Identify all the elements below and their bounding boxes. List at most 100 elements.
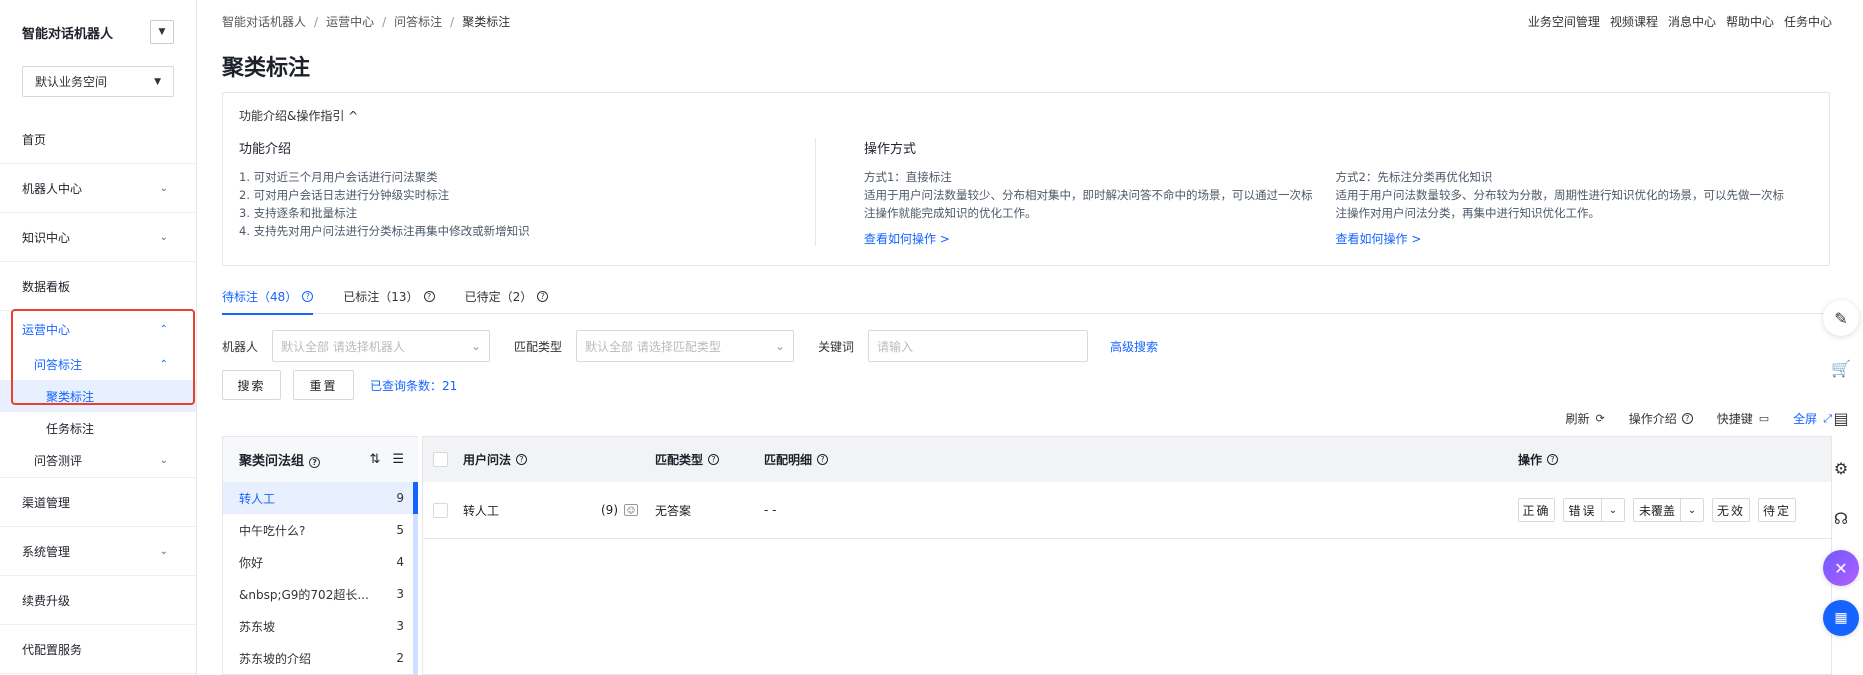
cluster-group-header: 聚类问法组? ⇅ ☰ — [223, 437, 418, 482]
cluster-group-name: 中午吃什么? — [239, 523, 306, 538]
keyword-input[interactable]: 请输入 — [868, 330, 1089, 362]
list-collapse-icon[interactable]: ☰ — [392, 452, 404, 467]
help-icon[interactable]: ? — [708, 454, 720, 465]
cluster-group-item[interactable]: 中午吃什么? 5 — [223, 514, 418, 546]
top-links: 业务空间管理 视频课程 消息中心 帮助中心 任务中心 — [1518, 13, 1832, 30]
sidebar-item-system[interactable]: 系统管理 ⌄ — [0, 527, 196, 576]
sidebar-item-channel[interactable]: 渠道管理 — [0, 478, 196, 527]
sidebar-item-ops-center[interactable]: 运营中心 ⌃ — [0, 311, 196, 348]
breadcrumb-item[interactable]: 运营中心 — [326, 15, 374, 29]
cluster-group-count: 5 — [396, 523, 404, 537]
cart-icon[interactable]: 🛒 — [1823, 350, 1859, 386]
advanced-search-link[interactable]: 高级搜索 — [1110, 338, 1158, 355]
mark-pending-button[interactable]: 待定 — [1758, 498, 1796, 522]
breadcrumb-item[interactable]: 智能对话机器人 — [222, 15, 306, 29]
sidebar-item-knowledge-center[interactable]: 知识中心 ⌄ — [0, 213, 196, 262]
sidebar-sub-task-annotation[interactable]: 任务标注 — [0, 412, 196, 444]
row-checkbox[interactable] — [433, 502, 448, 518]
robot-select[interactable]: 默认全部 请选择机器人 ⌄ — [272, 330, 491, 362]
mark-wrong-button[interactable]: 错误 — [1563, 498, 1601, 522]
refresh-icon: ⟳ — [1595, 412, 1605, 425]
assistant-icon[interactable]: ✕ — [1823, 550, 1859, 586]
sidebar-sub-qa-eval[interactable]: 问答测评 ⌄ — [0, 444, 196, 478]
top-link-help[interactable]: 帮助中心 — [1726, 15, 1774, 29]
document-icon[interactable]: ▤ — [1823, 400, 1859, 436]
intro-method-title: 方式2：先标注分类再优化知识 — [1335, 170, 1493, 184]
tab-annotated[interactable]: 已标注（13）? — [343, 278, 435, 314]
chevron-down-icon: ⌄ — [159, 455, 168, 466]
sidebar-item-label: 续费升级 — [22, 593, 71, 608]
top-link-video[interactable]: 视频课程 — [1610, 15, 1658, 29]
shortcut-button[interactable]: 快捷键 ▭ — [1717, 410, 1769, 427]
keyboard-icon: ▭ — [1758, 412, 1770, 425]
cluster-group-item[interactable]: 苏东坡 3 — [223, 610, 418, 642]
help-icon[interactable]: ? — [817, 454, 829, 465]
help-icon[interactable]: ? — [423, 290, 435, 302]
filter-bar: 机器人 默认全部 请选择机器人 ⌄ 匹配类型 默认全部 请选择匹配类型 ⌄ 关键词 … — [222, 330, 1832, 362]
chevron-down-icon[interactable]: ⌄ — [1680, 498, 1704, 522]
status-tabs: 待标注（48）? 已标注（13）? 已待定（2）? — [222, 278, 1832, 315]
top-link-workspace[interactable]: 业务空间管理 — [1528, 15, 1600, 29]
question-count-cell: (9) ☺ — [601, 503, 638, 517]
top-link-messages[interactable]: 消息中心 — [1668, 15, 1716, 29]
keyword-input-placeholder: 请输入 — [877, 339, 914, 354]
sidebar-item-dashboard[interactable]: 数据看板 — [0, 262, 196, 311]
mark-invalid-button[interactable]: 无效 — [1712, 498, 1750, 522]
top-link-tasks[interactable]: 任务中心 — [1784, 15, 1832, 29]
chevron-down-icon[interactable]: ▼ — [150, 20, 174, 44]
reset-button[interactable]: 重置 — [293, 370, 354, 400]
headset-icon[interactable]: ☊ — [1823, 500, 1859, 536]
col-header-ops: 操作? — [1518, 451, 1559, 468]
sidebar-sub-cluster-annotation[interactable]: 聚类标注 — [0, 380, 196, 412]
cluster-group-item[interactable]: 转人工 9 — [223, 482, 418, 514]
sidebar-sub-qa-annotation[interactable]: 问答标注 ⌃ — [0, 348, 196, 380]
sort-icon[interactable]: ⇅ — [369, 452, 380, 467]
sidebar-item-label: 系统管理 — [22, 544, 71, 559]
sidebar-item-config-service[interactable]: 代配置服务 — [0, 625, 196, 674]
edit-icon[interactable]: ✎ — [1823, 300, 1859, 336]
help-icon[interactable]: ? — [537, 290, 549, 302]
sidebar-item-robot-center[interactable]: 机器人中心 ⌄ — [0, 164, 196, 213]
match-detail-cell: - - — [764, 503, 777, 517]
mark-correct-button[interactable]: 正确 — [1518, 498, 1555, 522]
col-header-match-type: 匹配类型? — [655, 451, 720, 468]
how-to-link[interactable]: 查看如何操作 > — [1336, 230, 1422, 247]
scrollbar-thumb[interactable] — [413, 482, 418, 514]
help-icon[interactable]: ? — [516, 454, 528, 465]
guide-button[interactable]: 操作介绍? — [1629, 410, 1693, 427]
cluster-group-item[interactable]: 苏东坡的介绍 2 — [223, 642, 418, 674]
intro-toggle[interactable]: 功能介绍&操作指引 ^ — [239, 107, 1813, 124]
intro-features-heading: 功能介绍 — [239, 142, 292, 157]
chevron-down-icon[interactable]: ⌄ — [1601, 498, 1625, 522]
tab-deferred[interactable]: 已待定（2）? — [465, 278, 549, 314]
select-all-checkbox[interactable] — [433, 452, 448, 467]
workspace-select[interactable]: 默认业务空间 ▼ — [22, 66, 174, 97]
sidebar-item-label: 运营中心 — [22, 323, 71, 337]
how-to-link[interactable]: 查看如何操作 > — [864, 230, 950, 247]
apps-grid-icon[interactable]: ▦ — [1823, 600, 1859, 636]
cluster-group-item[interactable]: 你好 4 — [223, 546, 418, 578]
table-toolbar: 刷新 ⟳ 操作介绍? 快捷键 ▭ 全屏 ⤢ — [1542, 410, 1833, 427]
search-button[interactable]: 搜索 — [222, 370, 281, 400]
breadcrumb-item[interactable]: 问答标注 — [394, 15, 442, 29]
help-icon[interactable]: ? — [1547, 454, 1559, 465]
match-type-filter-label: 匹配类型 — [514, 339, 563, 354]
keyword-filter-label: 关键词 — [818, 339, 855, 354]
col-header-match-detail: 匹配明细? — [764, 451, 829, 468]
refresh-button[interactable]: 刷新 ⟳ — [1566, 410, 1605, 427]
breadcrumb: 智能对话机器人 / 运营中心 / 问答标注 / 聚类标注 — [222, 15, 511, 29]
sidebar-item-renew[interactable]: 续费升级 — [0, 576, 196, 625]
chevron-up-icon: ⌃ — [159, 358, 168, 370]
robot-icon[interactable]: ☺ — [624, 504, 638, 516]
gear-icon[interactable]: ⚙ — [1823, 450, 1859, 486]
help-icon[interactable]: ? — [309, 457, 321, 468]
cluster-group-item[interactable]: &nbsp;G9的702超长... 3 — [223, 578, 418, 610]
sidebar-item-home[interactable]: 首页 — [0, 115, 196, 164]
tab-pending[interactable]: 待标注（48）? — [222, 278, 314, 315]
question-count: (9) — [601, 503, 618, 517]
help-icon[interactable]: ? — [302, 290, 314, 302]
mark-uncovered-button[interactable]: 未覆盖 — [1633, 498, 1680, 522]
header-label: 用户问法 — [463, 453, 512, 467]
match-type-select[interactable]: 默认全部 请选择匹配类型 ⌄ — [576, 330, 795, 362]
cluster-group-name: &nbsp;G9的702超长... — [239, 587, 369, 602]
